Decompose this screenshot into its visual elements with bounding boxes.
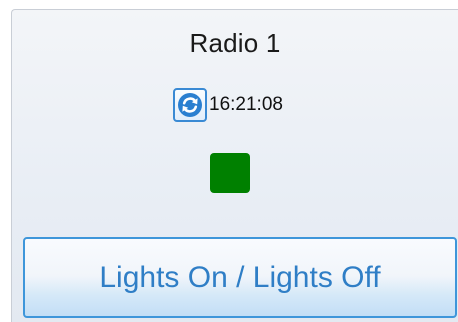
widget-title: Radio 1 bbox=[189, 28, 281, 58]
refresh-button[interactable] bbox=[173, 88, 207, 122]
status-indicator bbox=[210, 153, 250, 193]
radio-widget-panel: Radio 1 16:21:08 Lights On / Lights Off bbox=[11, 9, 458, 322]
refresh-icon bbox=[178, 93, 202, 117]
lights-toggle-button[interactable]: Lights On / Lights Off bbox=[23, 237, 457, 318]
last-update-row: 16:21:08 bbox=[173, 86, 283, 124]
last-update-time: 16:21:08 bbox=[209, 94, 283, 115]
lights-toggle-label: Lights On / Lights Off bbox=[99, 260, 381, 294]
